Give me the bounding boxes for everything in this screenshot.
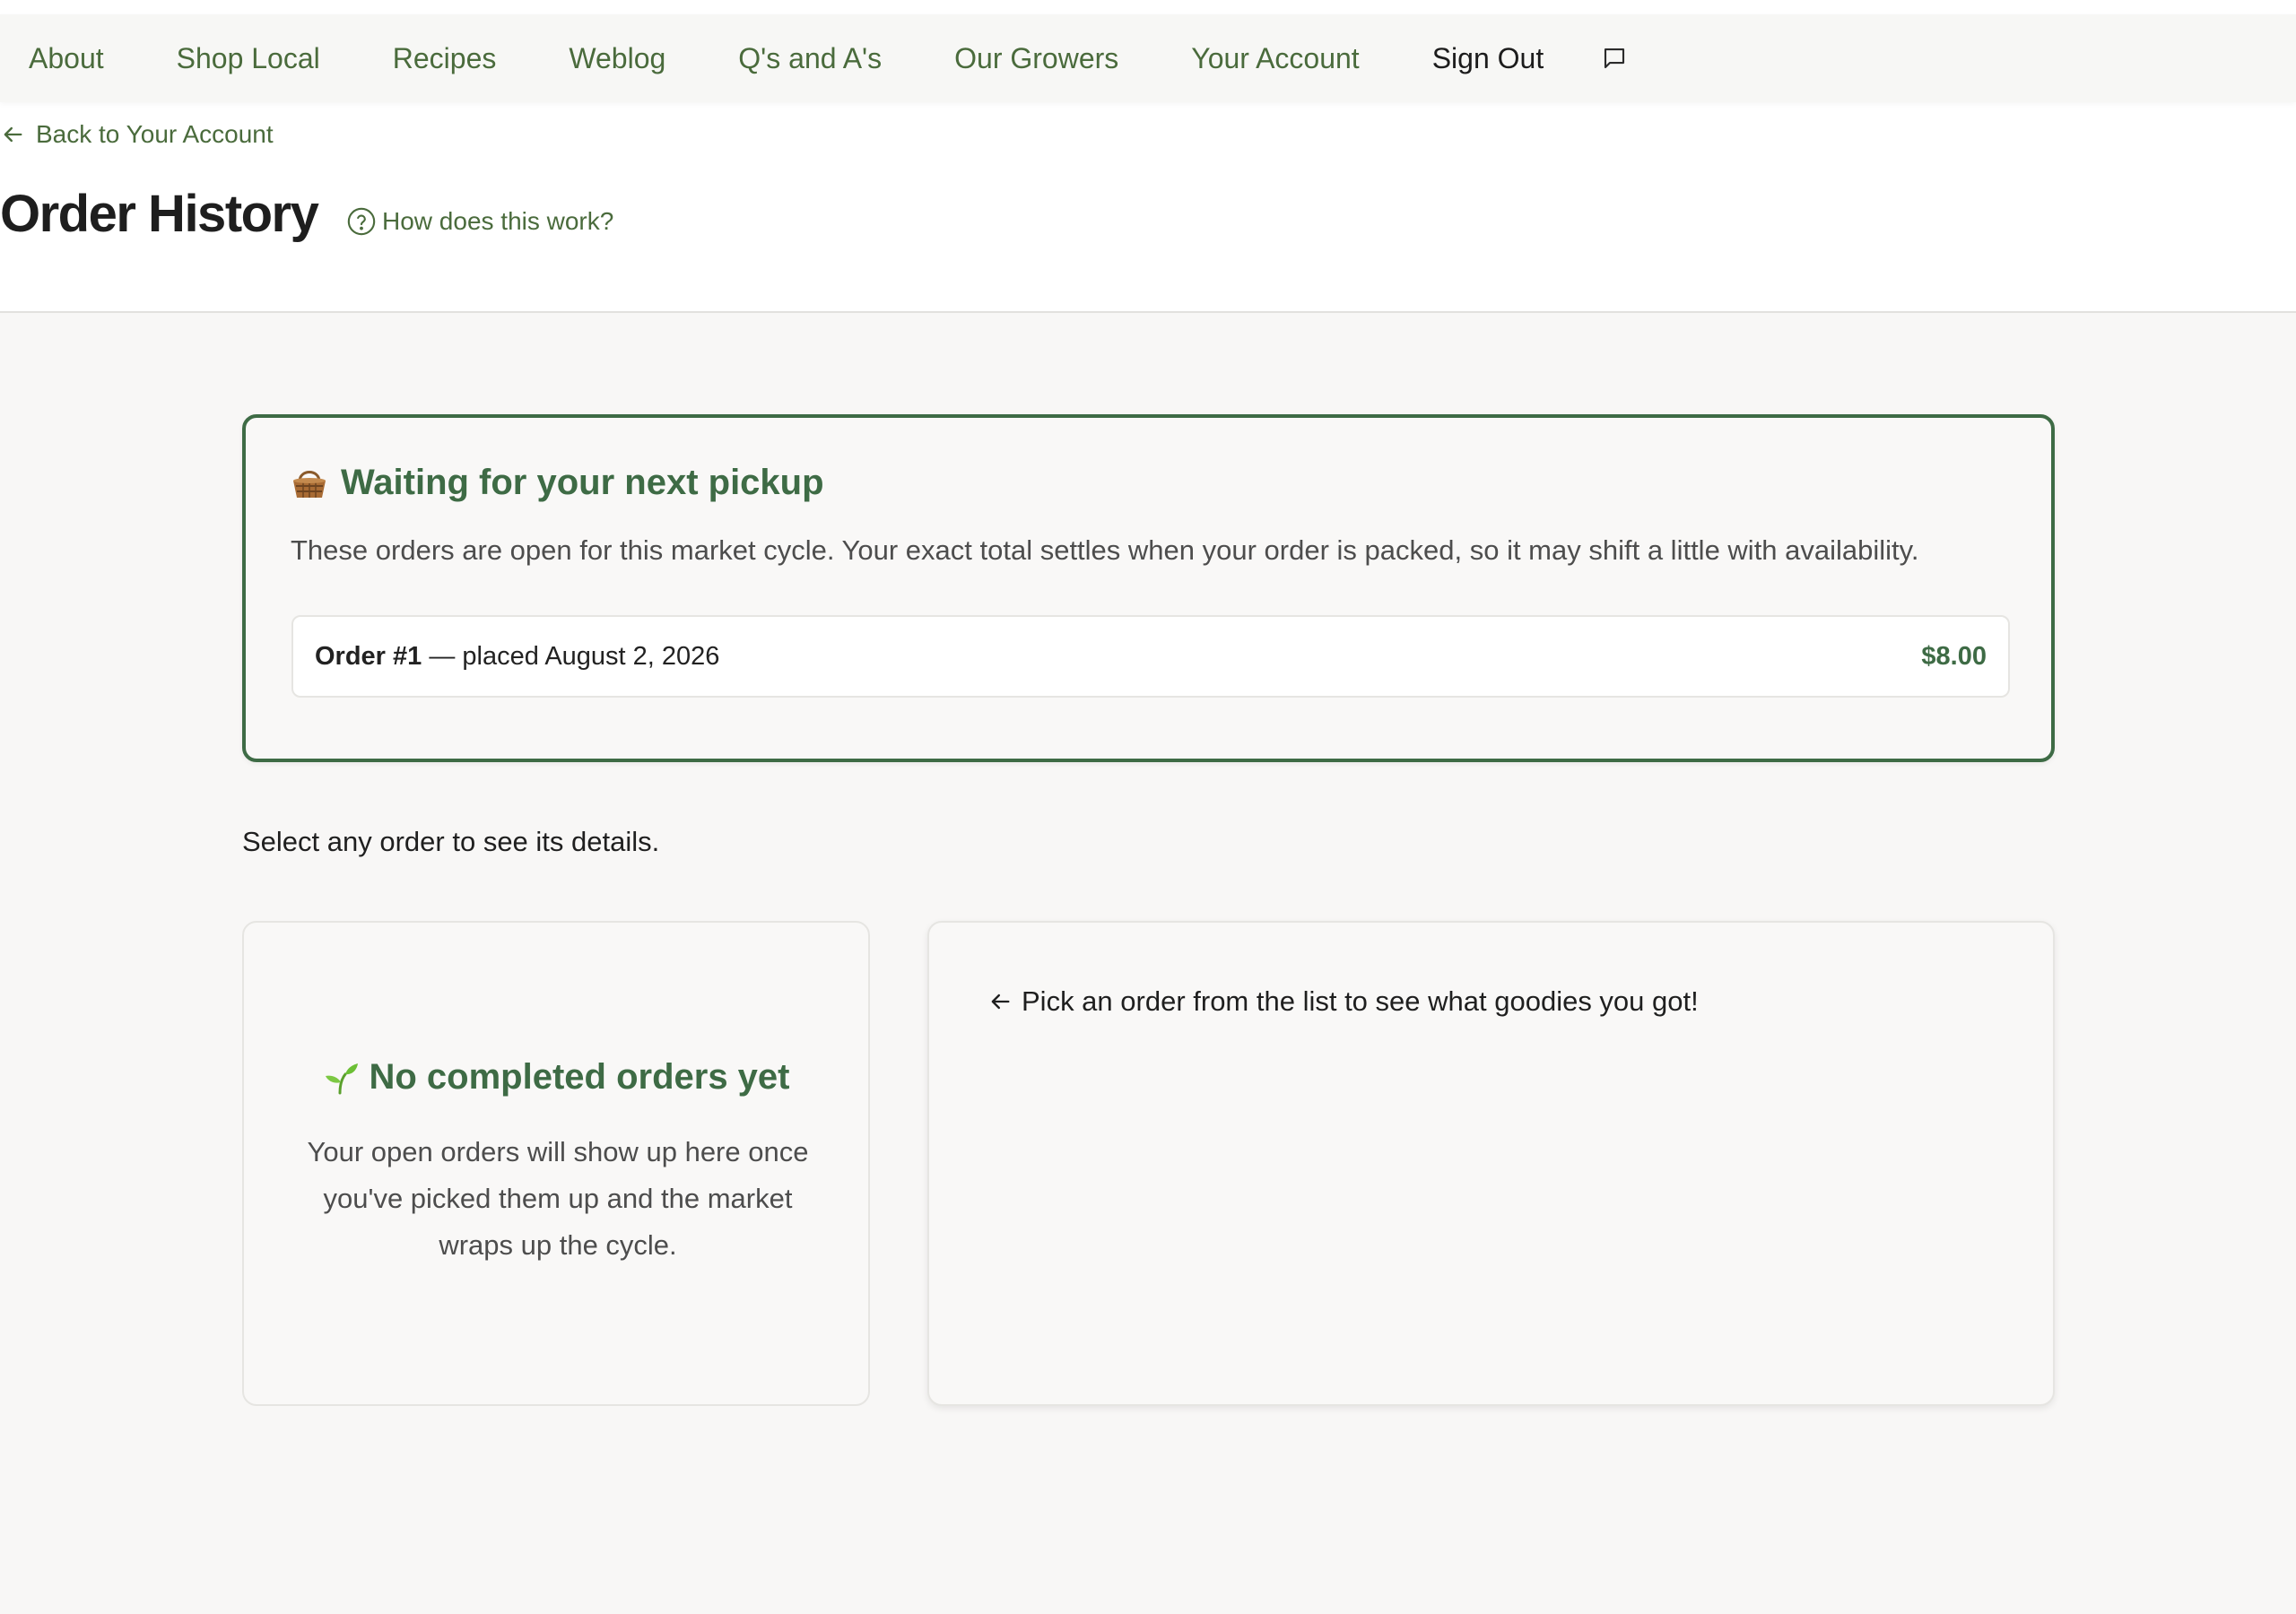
order-detail-panel: Pick an order from the list to see what … (927, 921, 2055, 1406)
nav-link-about[interactable]: About (29, 42, 104, 75)
pickup-description: These orders are open for this market cy… (291, 534, 1919, 566)
how-does-this-work-link[interactable]: How does this work? (346, 206, 613, 237)
back-link-label: Back to Your Account (36, 120, 274, 148)
nav-link-your-account[interactable]: Your Account (1191, 42, 1359, 75)
arrow-left-icon (0, 122, 25, 147)
pickup-title: Waiting for your next pickup (291, 463, 824, 503)
pickup-title-text: Waiting for your next pickup (341, 463, 824, 502)
main-content: Waiting for your next pickup These order… (0, 311, 2296, 1614)
sprout-icon (322, 1059, 360, 1097)
nav-link-our-growers[interactable]: Our Growers (954, 42, 1118, 75)
help-link-label: How does this work? (382, 207, 614, 235)
basket-icon (291, 465, 328, 501)
empty-state-description: Your open orders will show up here once … (307, 1136, 809, 1261)
order-total: $8.00 (1921, 641, 1987, 671)
sign-out-link[interactable]: Sign Out (1432, 42, 1544, 75)
page-title: Order History (0, 185, 319, 243)
empty-state-title: No completed orders yet (244, 1057, 868, 1098)
top-navigation: About Shop Local Recipes Weblog Q's and … (0, 14, 2296, 102)
select-order-hint: Select any order to see its details. (242, 826, 660, 857)
open-order-row[interactable]: Order #1 — placed August 2, 2026 $8.00 (291, 615, 2010, 698)
arrow-left-icon (987, 989, 1013, 1014)
nav-link-qa[interactable]: Q's and A's (738, 42, 882, 75)
order-placed-date: — placed August 2, 2026 (422, 641, 720, 671)
question-circle-icon (346, 206, 377, 237)
order-label: Order #1 — placed August 2, 2026 (315, 642, 719, 672)
empty-title-text: No completed orders yet (369, 1057, 790, 1097)
completed-orders-list: No completed orders yet Your open orders… (242, 921, 870, 1406)
nav-link-recipes[interactable]: Recipes (393, 42, 497, 75)
detail-hint-text: Pick an order from the list to see what … (1022, 985, 1699, 1017)
nav-link-shop-local[interactable]: Shop Local (177, 42, 320, 75)
back-to-account-link[interactable]: Back to Your Account (0, 120, 274, 149)
pending-pickup-card: Waiting for your next pickup These order… (242, 414, 2055, 762)
nav-link-weblog[interactable]: Weblog (569, 42, 665, 75)
detail-hint: Pick an order from the list to see what … (987, 985, 1699, 1018)
chat-bubble-icon[interactable] (1599, 43, 1630, 74)
order-number: Order #1 (315, 641, 422, 671)
